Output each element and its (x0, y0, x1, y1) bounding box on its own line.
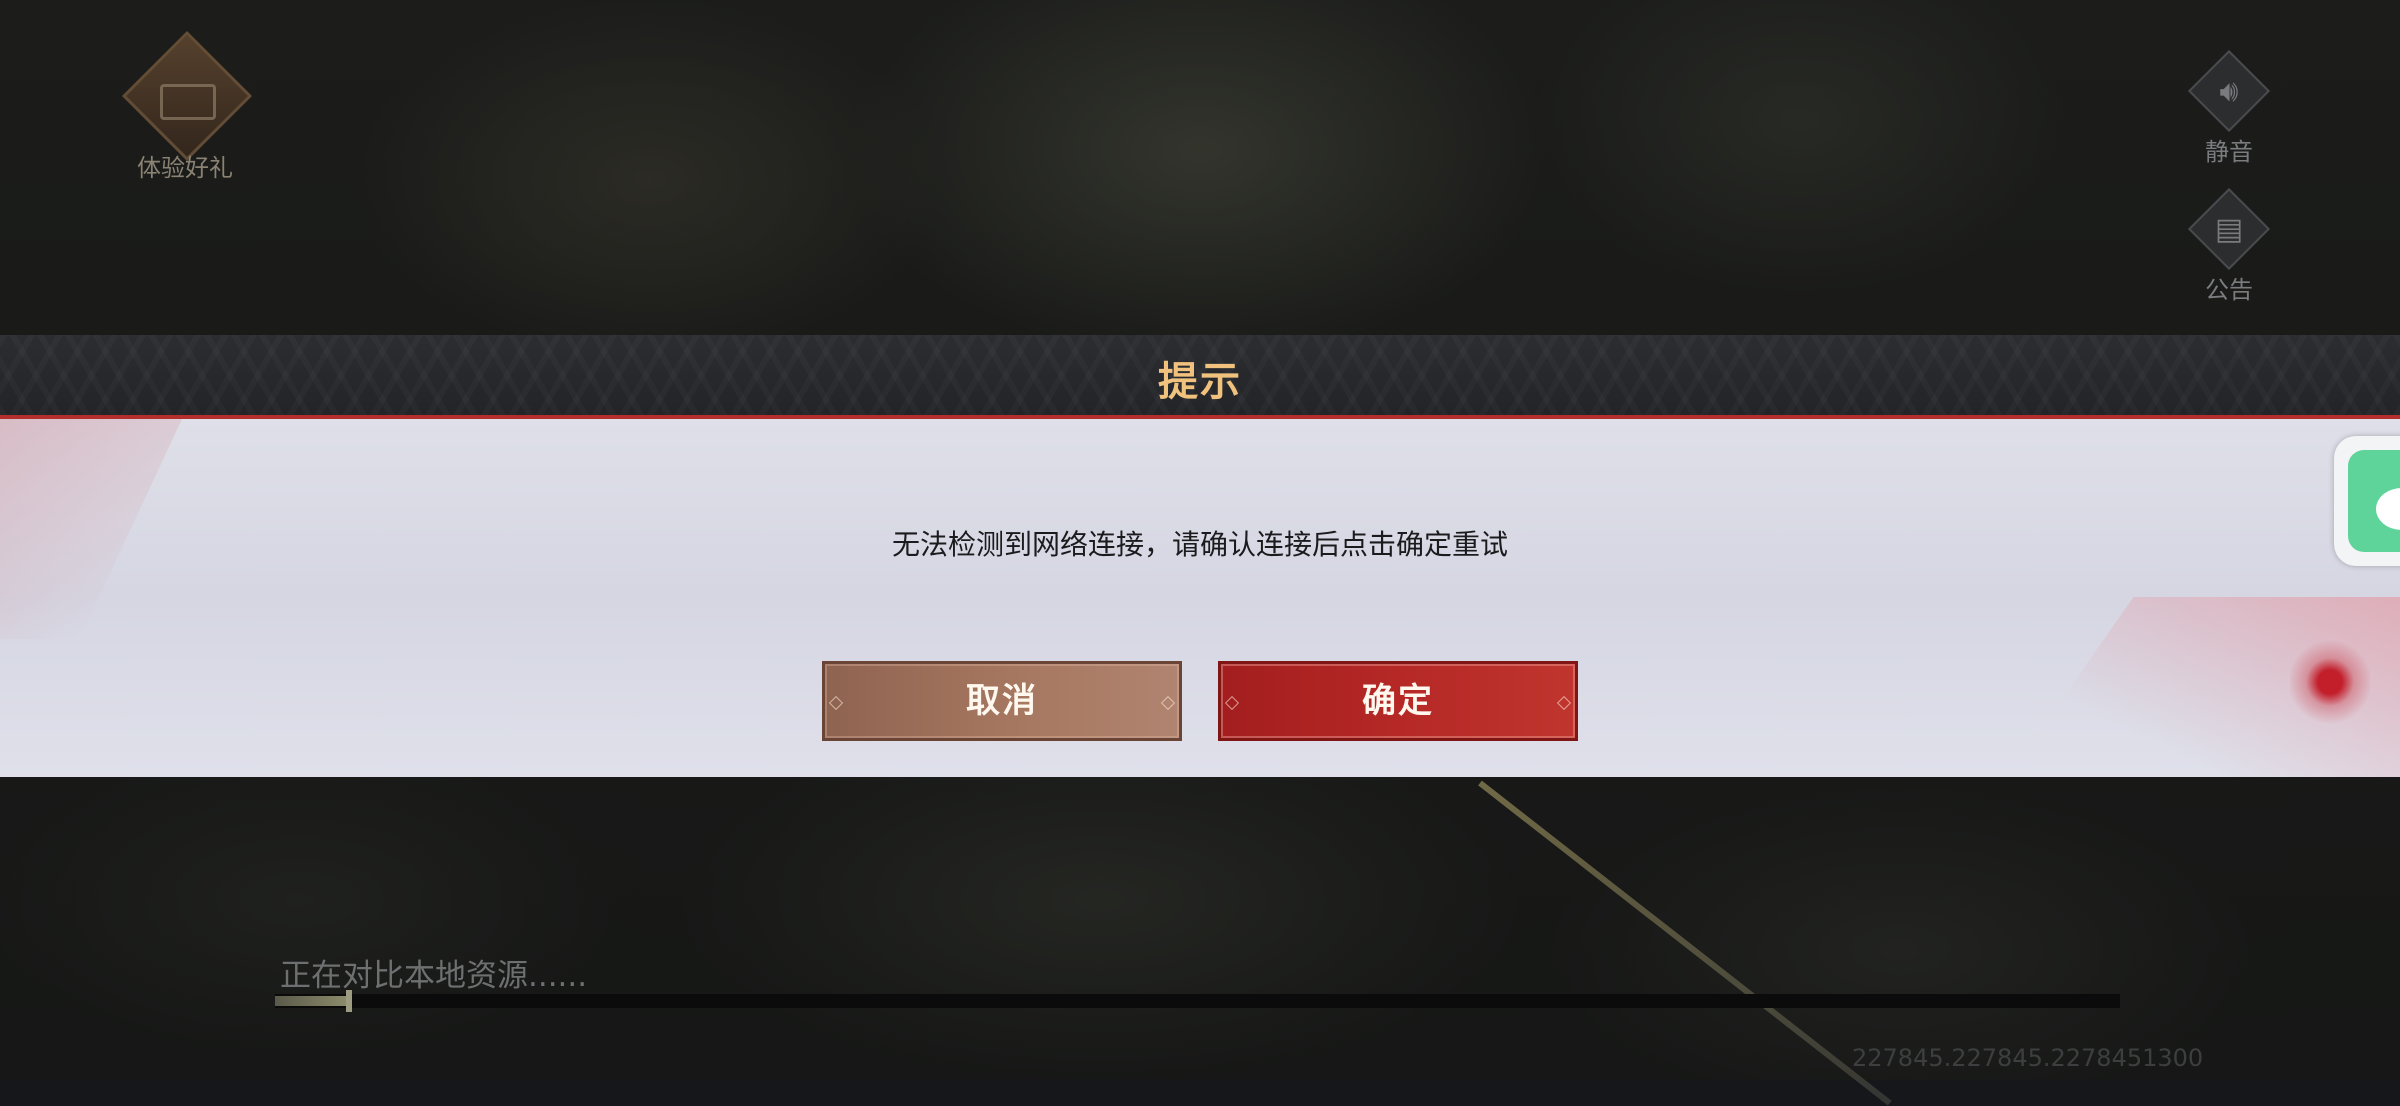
loading-progress-bar (275, 990, 2120, 1012)
progress-fill (275, 996, 349, 1006)
dialog-body: 无法检测到网络连接，请确认连接后点击确定重试 取消 确定 (0, 419, 2400, 777)
diamond-ornament-icon (1556, 695, 1572, 711)
treasure-chest-icon (160, 84, 216, 120)
diamond-ornament-icon (1224, 695, 1240, 711)
cancel-label: 取消 (966, 681, 1038, 721)
experience-gift-button[interactable]: 体验好礼 (120, 30, 253, 184)
red-flower-decoration (2290, 637, 2370, 727)
dialog-header: 提示 (0, 335, 2400, 419)
speaker-icon: 🔊︎ (2219, 74, 2239, 109)
gift-label: 体验好礼 (137, 154, 233, 182)
bulletin-icon: ▤ (2214, 212, 2244, 247)
cancel-button[interactable]: 取消 (822, 661, 1182, 741)
wechat-icon (2348, 450, 2400, 552)
confirm-button[interactable]: 确定 (1218, 661, 1578, 741)
notice-label: 公告 (2205, 276, 2253, 304)
confirm-label: 确定 (1362, 681, 1434, 721)
progress-knob (345, 990, 352, 1012)
version-number: 227845.227845.2278451300 (1852, 1044, 2204, 1072)
diamond-ornament-icon (1160, 695, 1176, 711)
mute-label: 静音 (2205, 138, 2253, 166)
mute-button[interactable]: 🔊︎ 静音 (2174, 49, 2284, 167)
loading-status: 正在对比本地资源...... (280, 958, 588, 994)
dialog-title: 提示 (1158, 359, 1242, 405)
chat-bubble-icon (2376, 488, 2400, 530)
dialog-message: 无法检测到网络连接，请确认连接后点击确定重试 (891, 528, 1508, 561)
notice-button[interactable]: ▤ 公告 (2174, 187, 2284, 305)
wechat-float-button[interactable] (2334, 436, 2400, 566)
diamond-ornament-icon (828, 695, 844, 711)
